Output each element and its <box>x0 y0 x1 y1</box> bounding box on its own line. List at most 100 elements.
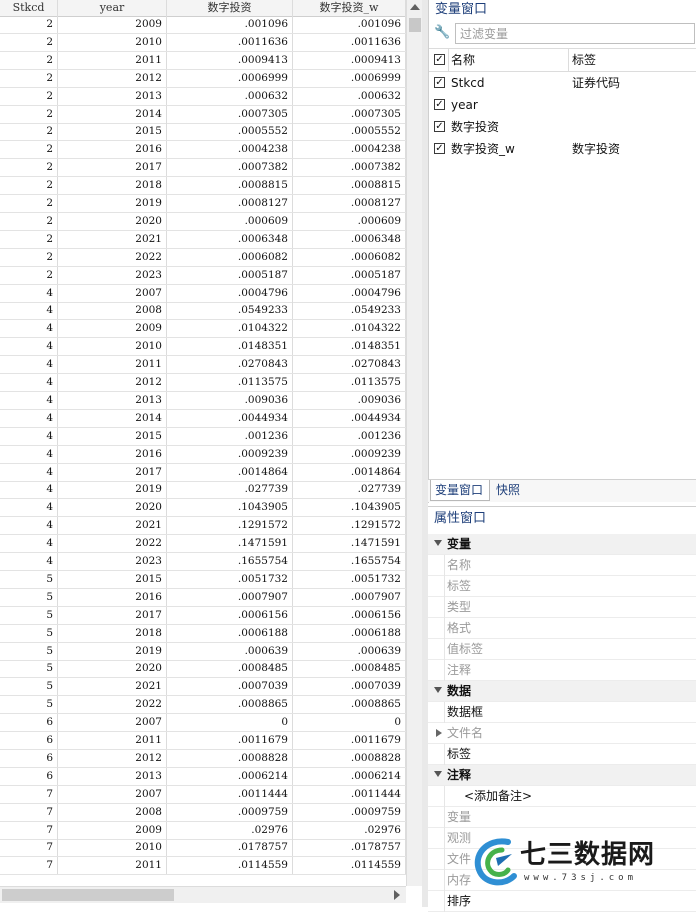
cell-digital-invest[interactable]: .0104322 <box>167 320 293 338</box>
cell-digital-invest-w[interactable]: .0113575 <box>293 374 406 391</box>
cell-stkcd[interactable]: 4 <box>0 374 58 391</box>
table-row[interactable]: 6 2007 0 0 <box>0 714 406 733</box>
cell-digital-invest-w[interactable]: .0008127 <box>293 195 406 212</box>
cell-year[interactable]: 2023 <box>58 553 167 570</box>
cell-digital-invest[interactable]: .0007039 <box>167 678 293 696</box>
cell-digital-invest[interactable]: .0114559 <box>167 857 293 875</box>
cell-digital-invest[interactable]: .0008815 <box>167 177 293 195</box>
cell-digital-invest-w[interactable]: .0006082 <box>293 248 406 266</box>
table-row[interactable]: 5 2022.0008865.0008865 <box>0 696 406 715</box>
cell-stkcd[interactable]: 4 <box>0 445 58 463</box>
cell-stkcd[interactable]: 7 <box>0 785 58 803</box>
cell-digital-invest-w[interactable]: .1043905 <box>293 499 406 517</box>
table-row[interactable]: 2 2016.0004238.0004238 <box>0 141 406 160</box>
table-row[interactable]: 4 2014.0044934.0044934 <box>0 409 406 428</box>
property-row[interactable]: 注释 <box>428 660 696 681</box>
cell-stkcd[interactable]: 4 <box>0 356 58 374</box>
cell-year[interactable]: 2019 <box>58 195 167 212</box>
cell-digital-invest[interactable]: .0005187 <box>167 266 293 284</box>
cell-digital-invest[interactable]: .0004238 <box>167 141 293 159</box>
variable-checkbox[interactable]: ✓ <box>434 77 445 88</box>
cell-digital-invest[interactable]: .001236 <box>167 427 293 445</box>
table-row[interactable]: 4 2019.027739.027739 <box>0 481 406 500</box>
cell-digital-invest-w[interactable]: .000609 <box>293 212 406 230</box>
cell-year[interactable]: 2010 <box>58 839 167 857</box>
cell-stkcd[interactable]: 4 <box>0 284 58 302</box>
property-row[interactable]: 名称 <box>428 555 696 576</box>
cell-year[interactable]: 2017 <box>58 463 167 481</box>
cell-year[interactable]: 2010 <box>58 338 167 356</box>
table-row[interactable]: 2 2018.0008815.0008815 <box>0 177 406 196</box>
scroll-right-arrow-icon[interactable] <box>394 890 400 900</box>
cell-stkcd[interactable]: 2 <box>0 87 58 105</box>
cell-digital-invest[interactable]: .02976 <box>167 821 293 839</box>
select-all-checkbox[interactable]: ✓ <box>434 54 445 65</box>
cell-year[interactable]: 2014 <box>58 409 167 427</box>
table-row[interactable]: 7 2009.02976.02976 <box>0 821 406 840</box>
cell-year[interactable]: 2020 <box>58 499 167 517</box>
cell-digital-invest-w[interactable]: .0011444 <box>293 785 406 803</box>
table-row[interactable]: 7 2007.0011444.0011444 <box>0 785 406 804</box>
cell-digital-invest[interactable]: .0011636 <box>167 33 293 51</box>
cell-digital-invest[interactable]: .0549233 <box>167 302 293 320</box>
cell-digital-invest[interactable]: .000632 <box>167 87 293 105</box>
cell-digital-invest-w[interactable]: .0007382 <box>293 159 406 177</box>
variable-row[interactable]: ✓ 数字投资_w 数字投资 <box>429 138 696 160</box>
cell-digital-invest[interactable]: .0006348 <box>167 230 293 248</box>
cell-stkcd[interactable]: 7 <box>0 821 58 839</box>
cell-digital-invest-w[interactable]: .027739 <box>293 481 406 499</box>
cell-digital-invest-w[interactable]: .0114559 <box>293 857 406 875</box>
cell-year[interactable]: 2012 <box>58 749 167 767</box>
triangle-right-icon[interactable] <box>436 729 442 737</box>
property-row[interactable]: 变量 <box>428 807 696 828</box>
cell-year[interactable]: 2021 <box>58 230 167 248</box>
property-row[interactable]: 标签 <box>428 744 696 765</box>
cell-digital-invest-w[interactable]: .0009239 <box>293 445 406 463</box>
property-row[interactable]: 值标签 <box>428 639 696 660</box>
cell-digital-invest[interactable]: .0007305 <box>167 105 293 123</box>
cell-stkcd[interactable]: 4 <box>0 517 58 535</box>
column-header-year[interactable]: year <box>58 0 167 16</box>
scroll-up-arrow-icon[interactable] <box>410 4 420 10</box>
cell-digital-invest[interactable]: .0006082 <box>167 248 293 266</box>
table-row[interactable]: 6 2011.0011679.0011679 <box>0 732 406 750</box>
table-row[interactable]: 2 2021.0006348.0006348 <box>0 230 406 249</box>
cell-digital-invest-w[interactable]: .0044934 <box>293 409 406 427</box>
cell-digital-invest[interactable]: .0008828 <box>167 749 293 767</box>
cell-stkcd[interactable]: 4 <box>0 320 58 338</box>
cell-stkcd[interactable]: 7 <box>0 839 58 857</box>
cell-digital-invest-w[interactable]: .1291572 <box>293 517 406 535</box>
property-row[interactable]: 文件名 <box>428 723 696 744</box>
cell-digital-invest[interactable]: .009036 <box>167 391 293 409</box>
variable-checkbox[interactable]: ✓ <box>434 99 445 110</box>
cell-digital-invest-w[interactable]: .0104322 <box>293 320 406 338</box>
cell-year[interactable]: 2013 <box>58 391 167 409</box>
cell-stkcd[interactable]: 4 <box>0 481 58 499</box>
property-row[interactable]: 标签 <box>428 576 696 597</box>
cell-year[interactable]: 2020 <box>58 660 167 678</box>
table-row[interactable]: 4 2007.0004796.0004796 <box>0 284 406 303</box>
tab-variables-window[interactable]: 变量窗口 <box>430 480 490 501</box>
cell-digital-invest-w[interactable]: .0006188 <box>293 624 406 642</box>
property-row[interactable]: 数据框 <box>428 702 696 723</box>
table-row[interactable]: 2 2014.0007305.0007305 <box>0 105 406 124</box>
cell-digital-invest[interactable]: .0009239 <box>167 445 293 463</box>
cell-digital-invest[interactable]: .000639 <box>167 642 293 660</box>
cell-digital-invest-w[interactable]: .0007907 <box>293 588 406 606</box>
cell-digital-invest[interactable]: .0011444 <box>167 785 293 803</box>
table-row[interactable]: 7 2011.0114559.0114559 <box>0 857 406 876</box>
cell-year[interactable]: 2014 <box>58 105 167 123</box>
cell-stkcd[interactable]: 2 <box>0 16 58 33</box>
cell-year[interactable]: 2022 <box>58 248 167 266</box>
table-row[interactable]: 4 2023.1655754.1655754 <box>0 553 406 571</box>
cell-digital-invest-w[interactable]: .001096 <box>293 16 406 33</box>
table-row[interactable]: 5 2019.000639.000639 <box>0 642 406 661</box>
cell-year[interactable]: 2022 <box>58 535 167 553</box>
cell-digital-invest[interactable]: .0014864 <box>167 463 293 481</box>
cell-stkcd[interactable]: 6 <box>0 749 58 767</box>
table-row[interactable]: 2 2010.0011636.0011636 <box>0 33 406 52</box>
cell-stkcd[interactable]: 2 <box>0 177 58 195</box>
column-header-digital-invest-w[interactable]: 数字投资_w <box>293 0 406 16</box>
cell-year[interactable]: 2023 <box>58 266 167 284</box>
cell-digital-invest[interactable]: .0113575 <box>167 374 293 391</box>
